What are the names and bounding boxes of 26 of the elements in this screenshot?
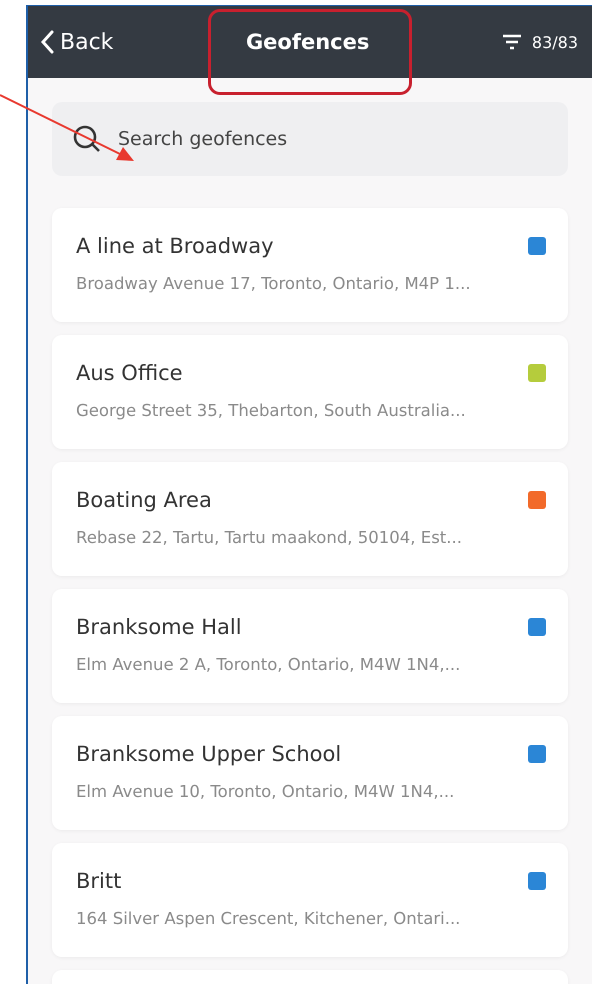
geofence-address: 164 Silver Aspen Crescent, Kitchener, Ontari... [76,909,462,928]
screen-title: Geofences [244,30,370,54]
filter-icon [502,34,522,50]
chevron-left-icon [40,30,54,54]
filter-button[interactable]: 83/83 [502,32,578,52]
geofence-card[interactable]: Boating Area Rebase 22, Tartu, Tartu maakond, 50104, Est... [52,462,568,576]
search-bar[interactable]: Search geofences [52,102,568,176]
geofence-card[interactable]: Aus Office George Street 35, Thebarton, South Australia... [52,335,568,449]
geofence-name: Britt [76,869,122,893]
geofence-card[interactable]: Branksome Upper School Elm Avenue 10, Toronto, Ontario, M4W 1N4,... [52,716,568,830]
geofence-name: Branksome Upper School [76,742,342,766]
geofence-address: Rebase 22, Tartu, Tartu maakond, 50104, Est... [76,528,463,547]
search-field[interactable]: Search geofences [116,127,548,151]
geofence-address: George Street 35, Thebarton, South Australia... [76,401,467,420]
geofence-name: Branksome Hall [76,615,242,639]
back-button[interactable]: Back [40,30,114,54]
geofence-address: Elm Avenue 10, Toronto, Ontario, M4W 1N4,... [76,782,456,801]
geofence-name: A line at Broadway [76,234,274,258]
geofence-card[interactable]: A line at Broadway Broadway Avenue 17, Toronto, Ontario, M4P 1... [52,208,568,322]
search-icon [72,124,102,154]
geofence-address: Elm Avenue 2 A, Toronto, Ontario, M4W 1N4,... [76,655,462,674]
geofence-address: Broadway Avenue 17, Toronto, Ontario, M4P 1... [76,274,472,293]
geofence-card[interactable]: Britt 164 Silver Aspen Crescent, Kitchener, Ontari... [52,843,568,957]
geofence-name: Boating Area [76,488,212,512]
geofence-card[interactable]: Branksome Hall Elm Avenue 2 A, Toronto, Ontario, M4W 1N4,... [52,589,568,703]
geofence-name: Aus Office [76,361,183,385]
